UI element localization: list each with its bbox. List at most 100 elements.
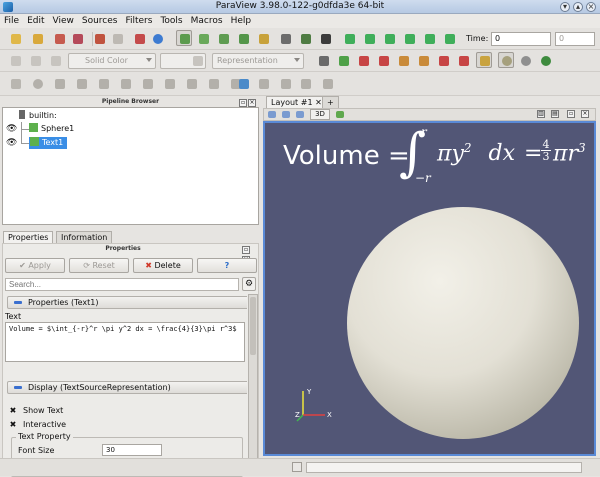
toggle-color-legend-icon[interactable] (8, 53, 24, 69)
time-value-input[interactable]: 0 (491, 32, 551, 46)
warp-vector-icon[interactable] (184, 76, 200, 92)
clear-selection-icon[interactable] (318, 31, 334, 47)
rescale-icon[interactable] (190, 53, 206, 69)
undo-icon[interactable] (92, 31, 108, 47)
calculator-icon[interactable] (8, 76, 24, 92)
save-data-icon[interactable] (52, 31, 68, 47)
contour-icon[interactable] (30, 76, 46, 92)
minimize-button[interactable]: ▾ (560, 2, 570, 12)
open-folder-icon[interactable] (30, 31, 46, 47)
slice-icon[interactable] (74, 76, 90, 92)
font-size-input[interactable]: 30 (102, 444, 162, 456)
section-display[interactable]: Display (TextSourceRepresentation) (7, 381, 247, 394)
undock-icon[interactable]: ▫ (242, 246, 250, 254)
section-properties-text1[interactable]: Properties (Text1) (7, 296, 247, 309)
play-icon[interactable] (382, 31, 398, 47)
close-panel-icon[interactable]: × (248, 99, 256, 107)
pipeline-item-text1[interactable]: Text1 (29, 137, 67, 149)
maximize-button[interactable]: ▴ (573, 2, 583, 12)
next-frame-icon[interactable] (402, 31, 418, 47)
view-3d-toggle[interactable]: 3D (310, 109, 330, 120)
close-window-button[interactable]: × (586, 2, 596, 12)
pipeline-item-builtin[interactable]: builtin: (19, 110, 57, 122)
center-axes-icon[interactable] (476, 52, 492, 68)
extract-subset-icon[interactable] (118, 76, 134, 92)
threshold-icon[interactable] (96, 76, 112, 92)
rotation-center-icon[interactable] (518, 53, 534, 69)
pick-center-icon[interactable] (278, 31, 294, 47)
view-x-pos-icon[interactable] (356, 53, 372, 69)
maximize-view-icon[interactable]: ▫ (567, 110, 575, 118)
clip-icon[interactable] (52, 76, 68, 92)
interactive-checkbox[interactable]: ✖ Interactive (9, 420, 66, 430)
properties-search-input[interactable] (5, 278, 239, 291)
interact-icon[interactable] (176, 30, 192, 46)
python-shell-icon[interactable] (256, 76, 272, 92)
select-block-icon[interactable] (256, 31, 272, 47)
representation-select[interactable]: Representation (212, 53, 304, 69)
view-y-neg-icon[interactable] (416, 53, 432, 69)
reset-range-icon[interactable] (48, 53, 64, 69)
view-z-pos-icon[interactable] (436, 53, 452, 69)
view-x-neg-icon[interactable] (376, 53, 392, 69)
reset-camera-icon[interactable] (316, 53, 332, 69)
properties-scrollbar[interactable] (248, 294, 258, 475)
open-file-icon[interactable] (8, 31, 24, 47)
view-z-neg-icon[interactable] (456, 53, 472, 69)
close-tab-icon[interactable]: ✕ (315, 98, 322, 107)
render-view[interactable]: Volume = ∫ r −r πy2 dx = 4 3 πr3 Y X Z (263, 121, 596, 456)
tab-properties[interactable]: Properties (3, 231, 54, 243)
loop-icon[interactable] (442, 31, 458, 47)
tab-layout-1[interactable]: Layout #1 ✕ (266, 96, 327, 108)
stream-tracer-icon[interactable] (162, 76, 178, 92)
menu-tools[interactable]: Tools (156, 14, 186, 28)
zoom-data-icon[interactable] (336, 53, 352, 69)
pick-rotation-center-icon[interactable] (538, 53, 554, 69)
undock-icon[interactable]: ▫ (239, 99, 247, 107)
stop-icon[interactable] (292, 462, 302, 472)
group-datasets-icon[interactable] (206, 76, 222, 92)
menu-macros[interactable]: Macros (187, 14, 227, 28)
axes-grid-icon[interactable] (320, 76, 336, 92)
view-camera-icon[interactable] (280, 109, 292, 120)
ruler-icon[interactable] (298, 76, 314, 92)
reset-button[interactable]: ⟳ Reset (69, 258, 129, 273)
last-frame-icon[interactable] (422, 31, 438, 47)
save-state-icon[interactable] (70, 31, 86, 47)
glyph-icon[interactable] (140, 76, 156, 92)
first-frame-icon[interactable] (342, 31, 358, 47)
view-split-icon[interactable] (294, 109, 306, 120)
delete-button[interactable]: ✖ Delete (133, 258, 193, 273)
color-by-select[interactable]: Solid Color (68, 53, 156, 69)
pipeline-item-sphere1[interactable]: Sphere1 (29, 123, 74, 135)
redo-icon[interactable] (110, 31, 126, 47)
time-index-spinbox[interactable]: 0 (555, 32, 595, 46)
apply-button[interactable]: ✔ Apply (5, 258, 65, 273)
annotate-time-icon[interactable] (236, 76, 252, 92)
hover-points-icon[interactable] (298, 31, 314, 47)
menu-view[interactable]: View (49, 14, 78, 28)
eye-visible-icon[interactable]: 👁 (6, 138, 17, 148)
orientation-axes-icon[interactable] (498, 52, 514, 68)
split-horizontal-icon[interactable]: ▥ (537, 110, 545, 118)
edit-color-map-icon[interactable] (28, 53, 44, 69)
advanced-gear-icon[interactable]: ⚙ (242, 277, 256, 291)
show-text-checkbox[interactable]: ✖ Show Text (9, 406, 64, 416)
connect-icon[interactable] (132, 31, 148, 47)
add-layout-tab[interactable]: + (322, 96, 339, 108)
eye-visible-icon[interactable]: 👁 (6, 124, 17, 134)
select-cells-icon[interactable] (196, 31, 212, 47)
text-value-field[interactable]: Volume = $\int_{-r}^r \pi y^2 dx = \frac… (5, 322, 245, 362)
help-button[interactable]: ? (197, 258, 257, 273)
menu-edit[interactable]: Edit (23, 14, 48, 28)
tab-information[interactable]: Information (56, 231, 113, 243)
view-y-pos-icon[interactable] (396, 53, 412, 69)
split-vertical-icon[interactable]: ▤ (551, 110, 559, 118)
view-axes-icon[interactable] (334, 109, 346, 120)
help-icon[interactable] (150, 31, 166, 47)
menu-filters[interactable]: Filters (121, 14, 156, 28)
menu-file[interactable]: File (0, 14, 23, 28)
menu-help[interactable]: Help (227, 14, 256, 28)
close-view-icon[interactable]: × (581, 110, 589, 118)
menu-sources[interactable]: Sources (78, 14, 122, 28)
